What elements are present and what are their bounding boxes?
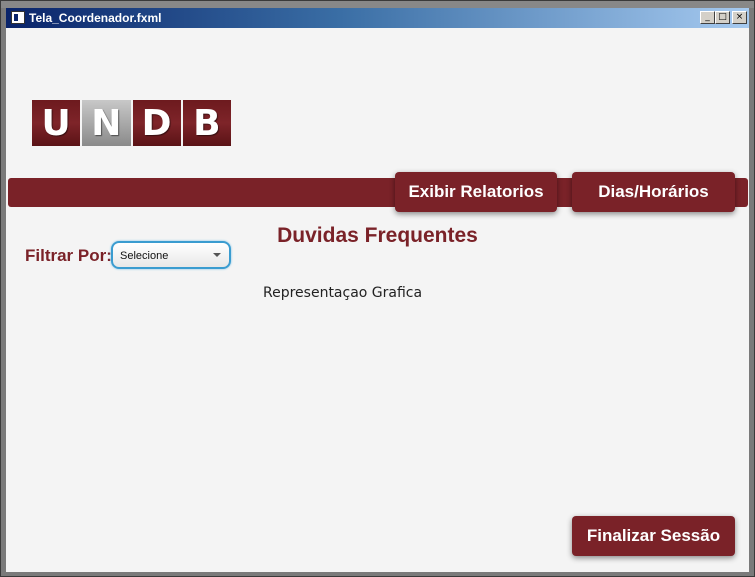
- filter-select[interactable]: Selecione: [111, 241, 231, 269]
- filter-select-value: Selecione: [120, 250, 169, 262]
- close-button[interactable]: ×: [732, 11, 747, 24]
- title-bar[interactable]: Tela_Coordenador.fxml _ □ ×: [6, 8, 749, 28]
- minimize-button[interactable]: _: [700, 11, 715, 24]
- maximize-button[interactable]: □: [715, 11, 730, 24]
- undb-logo: U N D B: [32, 100, 231, 146]
- app-window: Tela_Coordenador.fxml _ □ × U N D B Exib…: [0, 0, 755, 577]
- window-frame: [1, 1, 754, 8]
- logo-letter: B: [182, 100, 231, 146]
- dias-horarios-button[interactable]: Dias/Horários: [572, 172, 735, 212]
- logo-letter: N: [82, 100, 131, 146]
- content-area: U N D B Exibir Relatorios Dias/Horários …: [6, 28, 749, 572]
- finalizar-sessao-button[interactable]: Finalizar Sessão: [572, 516, 735, 556]
- app-window-icon: [11, 11, 25, 24]
- page-title: Duvidas Frequentes: [277, 224, 478, 247]
- exibir-relatorios-button[interactable]: Exibir Relatorios: [395, 172, 557, 212]
- window-title: Tela_Coordenador.fxml: [29, 11, 162, 25]
- logo-letter: D: [132, 100, 181, 146]
- filter-label: Filtrar Por:: [25, 246, 112, 265]
- chevron-down-icon: [213, 253, 221, 257]
- chart-placeholder-label: Representaçao Grafica: [263, 285, 423, 301]
- logo-letter: U: [32, 100, 81, 146]
